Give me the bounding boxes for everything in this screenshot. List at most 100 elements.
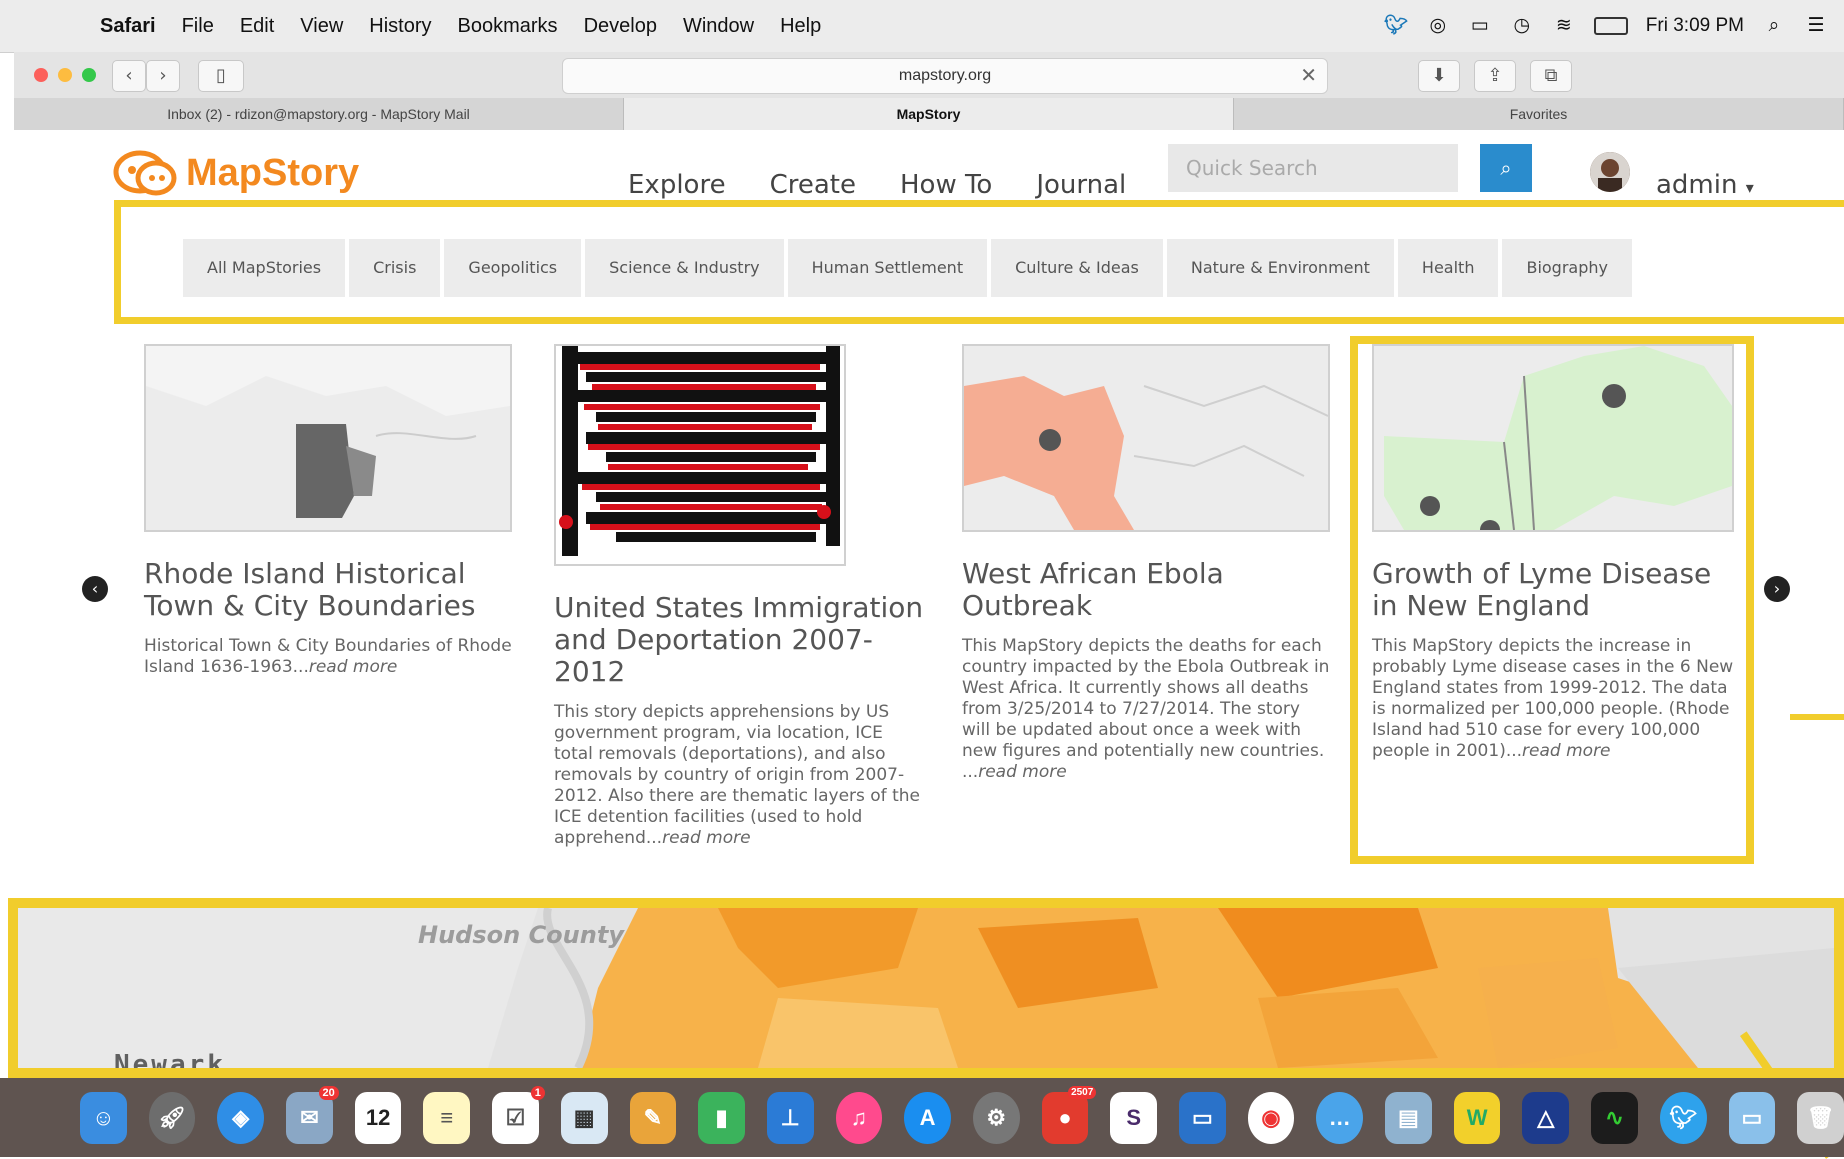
read-more-link[interactable]: read more: [309, 657, 397, 677]
story-card[interactable]: United States Immigration and Deportatio…: [554, 344, 924, 849]
category-health[interactable]: Health: [1397, 239, 1499, 297]
numbers-icon[interactable]: ▮: [698, 1091, 745, 1144]
rhode-island-map-thumbnail: [146, 346, 510, 530]
menu-bookmarks[interactable]: Bookmarks: [458, 15, 558, 38]
category-all-mapstories[interactable]: All MapStories: [183, 239, 346, 297]
app-store-icon[interactable]: A: [904, 1091, 951, 1144]
calendar-day: 12: [365, 1104, 391, 1130]
zoom-window-button[interactable]: [82, 68, 96, 82]
back-button[interactable]: ‹: [112, 60, 146, 92]
featured-map-banner[interactable]: Hudson County Newark: [8, 898, 1844, 1078]
story-thumbnail[interactable]: [1372, 344, 1734, 532]
battery-icon[interactable]: [1593, 17, 1628, 35]
story-thumbnail[interactable]: [144, 344, 512, 532]
category-geopolitics[interactable]: Geopolitics: [444, 239, 582, 297]
menu-window[interactable]: Window: [683, 15, 754, 38]
story-title[interactable]: West African Ebola Outbreak: [962, 558, 1332, 622]
safari-icon[interactable]: ◈: [217, 1091, 265, 1144]
twitter-icon[interactable]: 🐦︎: [1659, 1091, 1707, 1144]
address-bar[interactable]: mapstory.org ✕: [562, 58, 1328, 94]
dropbox-status-icon[interactable]: ◎: [1426, 15, 1450, 37]
menu-file[interactable]: File: [182, 15, 214, 38]
trash-icon[interactable]: 🗑︎: [1797, 1091, 1844, 1144]
category-biography[interactable]: Biography: [1502, 239, 1632, 297]
activity-monitor-icon[interactable]: ∿: [1591, 1091, 1638, 1144]
user-menu[interactable]: admin ▾: [1656, 170, 1754, 200]
nav-journal[interactable]: Journal: [1036, 170, 1126, 200]
story-thumbnail[interactable]: [962, 344, 1330, 532]
reminders-icon[interactable]: ☑ 1: [492, 1085, 545, 1144]
story-thumbnail[interactable]: [554, 344, 846, 566]
tab-mail[interactable]: Inbox (2) - rdizon@mapstory.org - MapSto…: [14, 98, 624, 130]
menu-history[interactable]: History: [369, 15, 431, 38]
tab-mapstory[interactable]: MapStory: [624, 98, 1234, 130]
carousel-next-button[interactable]: ›: [1764, 576, 1790, 602]
menu-app-name[interactable]: Safari: [100, 15, 156, 38]
slack-icon[interactable]: S: [1110, 1091, 1157, 1144]
stop-loading-icon[interactable]: ✕: [1300, 59, 1317, 93]
avatar[interactable]: [1590, 152, 1630, 192]
wifi-icon[interactable]: ≋: [1552, 15, 1576, 37]
category-crisis[interactable]: Crisis: [349, 239, 441, 297]
menu-view[interactable]: View: [300, 15, 343, 38]
time-machine-icon[interactable]: ◷: [1510, 15, 1534, 37]
show-tabs-button[interactable]: ⧉: [1530, 60, 1572, 92]
user-name: admin: [1656, 170, 1738, 200]
itunes-icon[interactable]: ♫: [835, 1091, 883, 1144]
keynote-icon[interactable]: ⊥: [766, 1091, 814, 1144]
nav-how-to[interactable]: How To: [900, 170, 992, 200]
close-window-button[interactable]: [34, 68, 48, 82]
macos-menubar: Safari File Edit View History Bookmarks …: [0, 0, 1844, 53]
downloads-folder-icon[interactable]: ▭: [1728, 1091, 1776, 1144]
mail-app-icon[interactable]: ✉ 20: [286, 1085, 339, 1144]
search-button[interactable]: ⌕: [1480, 144, 1532, 192]
read-more-link[interactable]: read more: [978, 762, 1066, 782]
tab-favorites[interactable]: Favorites: [1234, 98, 1844, 130]
downloads-button[interactable]: ⬇︎: [1418, 60, 1460, 92]
nav-create[interactable]: Create: [770, 170, 856, 200]
story-title[interactable]: Growth of Lyme Disease in New England: [1372, 558, 1736, 622]
record-app-icon[interactable]: ● 2507: [1041, 1085, 1097, 1144]
notes-icon[interactable]: ≡: [423, 1091, 471, 1144]
sidebar-toggle-button[interactable]: ▯: [198, 60, 244, 92]
pages-icon[interactable]: ✎: [629, 1091, 677, 1144]
system-preferences-icon[interactable]: ⚙: [972, 1091, 1020, 1144]
category-culture-ideas[interactable]: Culture & Ideas: [991, 239, 1163, 297]
category-human-settlement[interactable]: Human Settlement: [787, 239, 988, 297]
finder-icon[interactable]: ☺: [80, 1091, 127, 1144]
twitter-status-icon[interactable]: 🐦︎: [1384, 15, 1408, 37]
mapstory-logo[interactable]: MapStory: [112, 148, 359, 198]
forward-button[interactable]: ›: [146, 60, 180, 92]
quick-search-input[interactable]: Quick Search: [1168, 144, 1458, 192]
preview-icon[interactable]: ▦: [560, 1091, 608, 1144]
messages-icon[interactable]: …: [1316, 1091, 1364, 1144]
category-science-industry[interactable]: Science & Industry: [585, 239, 784, 297]
story-title[interactable]: Rhode Island Historical Town & City Boun…: [144, 558, 514, 622]
nav-explore[interactable]: Explore: [628, 170, 726, 200]
category-nature-environment[interactable]: Nature & Environment: [1166, 239, 1394, 297]
spotlight-search-icon[interactable]: ⌕: [1762, 15, 1786, 37]
menubar-clock[interactable]: Fri 3:09 PM: [1646, 15, 1744, 37]
read-more-link[interactable]: read more: [662, 828, 750, 848]
story-title[interactable]: United States Immigration and Deportatio…: [554, 592, 924, 688]
minimize-window-button[interactable]: [58, 68, 72, 82]
launchpad-icon[interactable]: 🚀︎: [148, 1091, 196, 1144]
airplay-icon[interactable]: ▭: [1468, 15, 1492, 37]
menu-help[interactable]: Help: [780, 15, 821, 38]
menu-edit[interactable]: Edit: [240, 15, 274, 38]
notification-center-icon[interactable]: ☰: [1804, 15, 1828, 37]
menu-develop[interactable]: Develop: [584, 15, 657, 38]
read-more-link[interactable]: read more: [1522, 741, 1610, 761]
carousel-prev-button[interactable]: ‹: [82, 576, 108, 602]
twitterrific-icon[interactable]: W: [1453, 1091, 1501, 1144]
share-button[interactable]: ⇪: [1474, 60, 1516, 92]
logo-text: MapStory: [186, 151, 360, 194]
calendar-icon[interactable]: 12: [354, 1091, 402, 1144]
image-capture-icon[interactable]: ▤: [1385, 1091, 1432, 1144]
story-card[interactable]: Growth of Lyme Disease in New England Th…: [1372, 344, 1736, 762]
story-card[interactable]: West African Ebola Outbreak This MapStor…: [962, 344, 1332, 783]
chrome-icon[interactable]: ◉: [1247, 1091, 1295, 1144]
story-card[interactable]: Rhode Island Historical Town & City Boun…: [144, 344, 514, 678]
presentation-icon[interactable]: ▭: [1179, 1091, 1226, 1144]
affinity-icon[interactable]: △: [1522, 1091, 1570, 1144]
